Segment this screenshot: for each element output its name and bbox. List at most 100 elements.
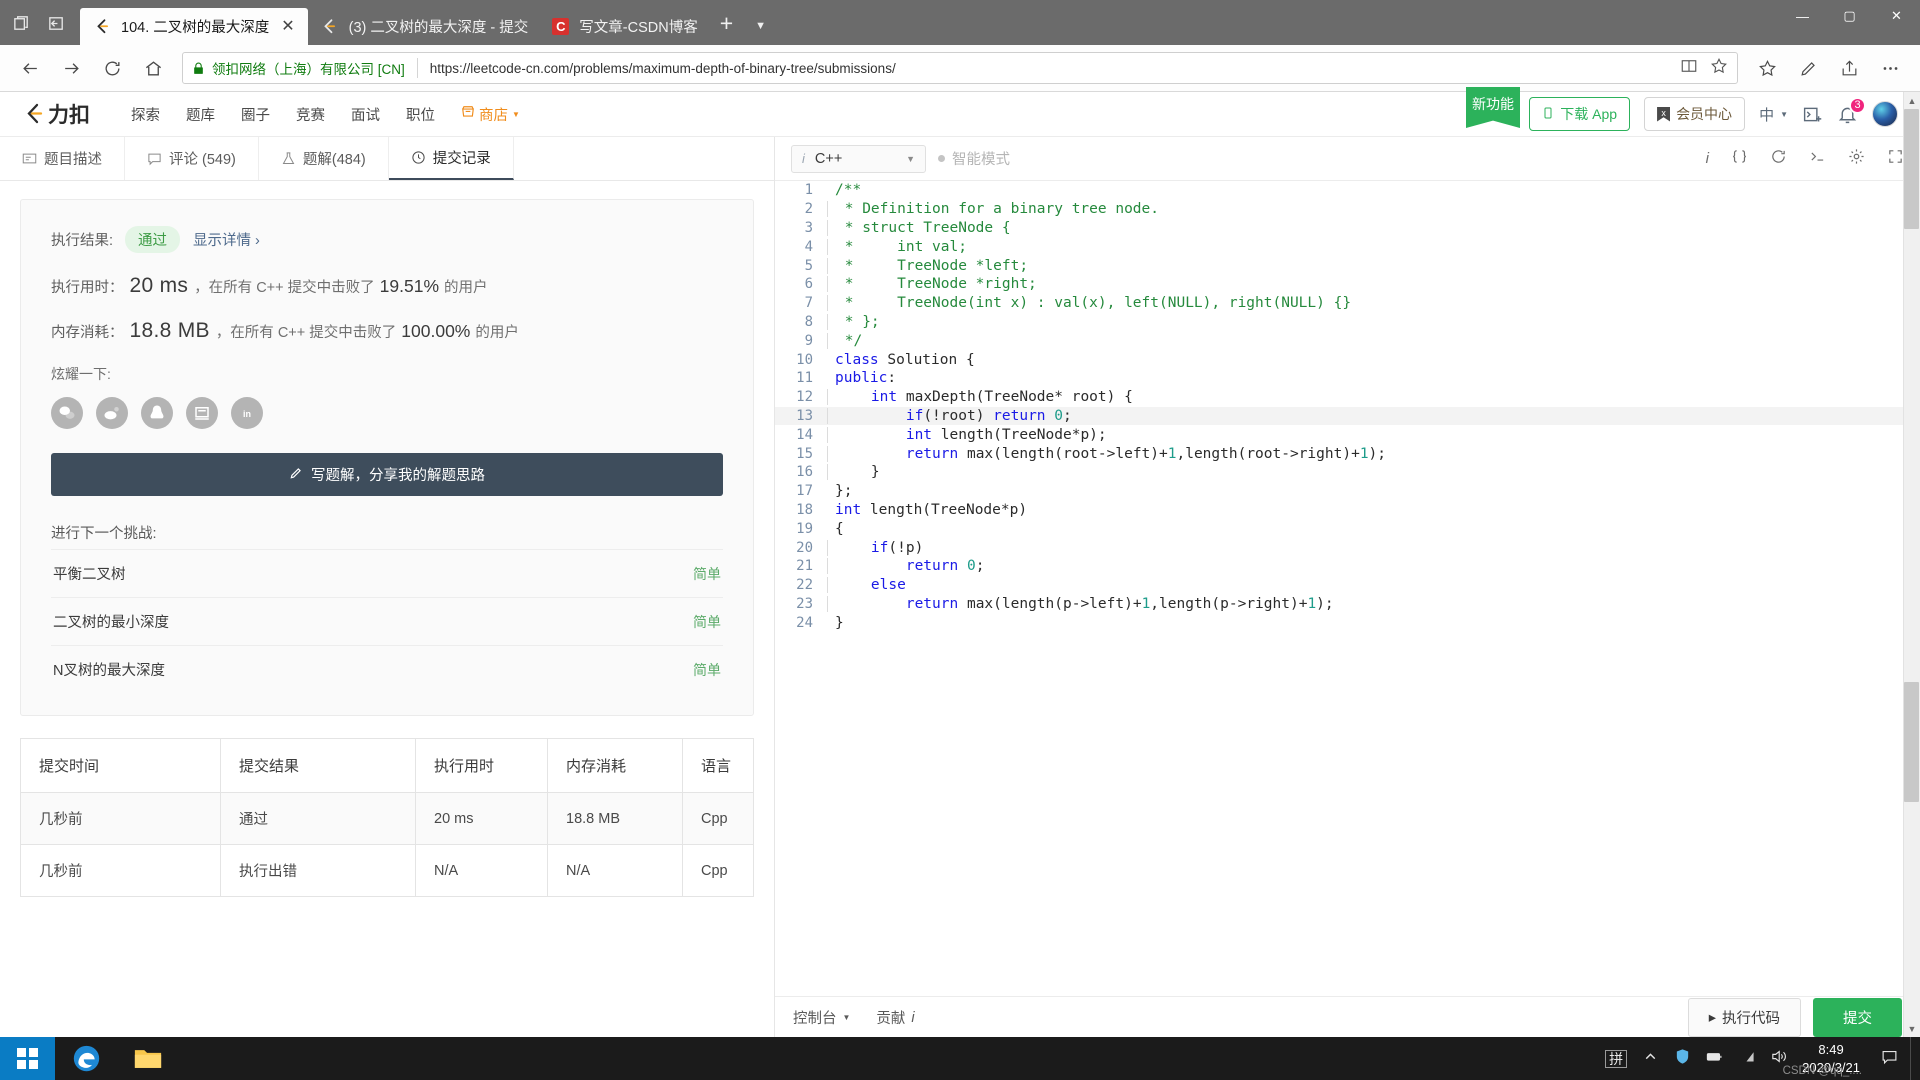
write-solution-button[interactable]: 写题解，分享我的解题思路 xyxy=(51,453,723,496)
download-app-button[interactable]: 下载 App xyxy=(1529,97,1630,131)
favorites-icon[interactable] xyxy=(1748,51,1786,85)
avatar[interactable] xyxy=(1872,101,1898,127)
scroll-up-icon[interactable]: ▲ xyxy=(1904,92,1920,109)
run-code-button[interactable]: ▸ 执行代码 xyxy=(1688,998,1801,1037)
minimize-button[interactable]: — xyxy=(1779,0,1826,32)
forward-icon[interactable] xyxy=(52,51,90,85)
submit-button[interactable]: 提交 xyxy=(1813,998,1902,1037)
notifications-bell-icon[interactable]: 3 xyxy=(1837,104,1858,125)
code-editor[interactable]: 1/**2 * Definition for a binary tree nod… xyxy=(775,181,1920,996)
code-line: 8 * }; xyxy=(775,313,1920,332)
line-number: 13 xyxy=(775,408,827,424)
nav-item-contest[interactable]: 竞赛 xyxy=(283,104,338,125)
settings-gear-icon[interactable] xyxy=(1848,148,1865,170)
ime-indicator[interactable]: 拼 xyxy=(1605,1050,1627,1068)
action-center-icon[interactable] xyxy=(1881,1048,1898,1070)
table-row[interactable]: 几秒前 通过 20 ms 18.8 MB Cpp xyxy=(21,793,754,845)
info-icon[interactable]: i xyxy=(1706,150,1709,167)
browser-tab-2[interactable]: C 写文章-CSDN博客 xyxy=(538,8,707,45)
scrollbar-thumb-secondary[interactable] xyxy=(1904,682,1919,802)
qq-icon[interactable] xyxy=(141,397,173,429)
code-line: 13 if(!root) return 0; xyxy=(775,407,1920,426)
douban-icon[interactable] xyxy=(186,397,218,429)
smart-mode-toggle[interactable]: 智能模式 xyxy=(938,148,1010,169)
challenge-name: N叉树的最大深度 xyxy=(53,659,165,680)
web-notes-icon[interactable] xyxy=(1789,51,1827,85)
nav-item-shop[interactable]: 商店 ▼ xyxy=(448,104,533,125)
page-scrollbar[interactable]: ▲ ▼ xyxy=(1903,92,1920,1037)
tab-solutions[interactable]: 题解(484) xyxy=(259,137,389,180)
challenge-row[interactable]: 平衡二叉树 简单 xyxy=(51,549,723,597)
cell-language: Cpp xyxy=(683,845,754,897)
taskbar-edge-button[interactable] xyxy=(55,1037,117,1080)
close-icon[interactable]: ✕ xyxy=(278,19,297,35)
network-icon[interactable] xyxy=(1738,1048,1755,1070)
show-desktop-button[interactable] xyxy=(1910,1037,1920,1080)
tab-submissions[interactable]: 提交记录 xyxy=(389,137,514,180)
nav-item-explore[interactable]: 探索 xyxy=(118,104,173,125)
code-text: { xyxy=(827,521,844,537)
url-text[interactable]: https://leetcode-cn.com/problems/maximum… xyxy=(430,61,1673,76)
show-hidden-icons-chevron-icon[interactable] xyxy=(1642,1048,1659,1070)
code-line: 6 * TreeNode *right; xyxy=(775,275,1920,294)
weibo-icon[interactable] xyxy=(96,397,128,429)
challenge-row[interactable]: N叉树的最大深度 简单 xyxy=(51,645,723,693)
language-select[interactable]: i C++ ▼ xyxy=(791,145,926,173)
table-header-row: 提交时间 提交结果 执行用时 内存消耗 语言 xyxy=(21,739,754,793)
challenge-row[interactable]: 二叉树的最小深度 简单 xyxy=(51,597,723,645)
nav-item-problems[interactable]: 题库 xyxy=(173,104,228,125)
show-detail-link[interactable]: 显示详情 › xyxy=(193,229,260,250)
security-shield-icon[interactable] xyxy=(1674,1048,1691,1070)
description-icon xyxy=(22,151,37,166)
home-icon[interactable] xyxy=(134,51,172,85)
contribute-button[interactable]: 贡献 i xyxy=(876,1007,914,1028)
console-label: 控制台 xyxy=(793,1007,837,1028)
nav-item-circle[interactable]: 圈子 xyxy=(228,104,283,125)
wechat-icon[interactable] xyxy=(51,397,83,429)
cell-result[interactable]: 通过 xyxy=(221,793,416,845)
pencil-icon xyxy=(289,466,303,484)
reading-view-icon[interactable] xyxy=(1680,57,1698,80)
member-center-button[interactable]: 会员中心 xyxy=(1644,97,1745,131)
language-selector[interactable]: 中 ▼ xyxy=(1759,104,1788,125)
nav-item-interview[interactable]: 面试 xyxy=(338,104,393,125)
solution-icon xyxy=(281,151,296,166)
favorite-star-icon[interactable] xyxy=(1710,57,1728,80)
window-close-button[interactable]: ✕ xyxy=(1873,0,1920,32)
scrollbar-thumb[interactable] xyxy=(1904,109,1919,229)
fullscreen-icon[interactable] xyxy=(1887,148,1904,170)
back-icon[interactable] xyxy=(11,51,49,85)
status-dot-icon xyxy=(938,155,945,162)
set-aside-tabs-icon[interactable] xyxy=(47,14,66,33)
address-bar[interactable]: 领扣网络（上海）有限公司 [CN] https://leetcode-cn.co… xyxy=(182,52,1738,84)
scroll-down-icon[interactable]: ▼ xyxy=(1904,1020,1920,1037)
console-button[interactable]: 控制台 ▼ xyxy=(793,1007,850,1028)
leetcode-logo[interactable]: 力扣 xyxy=(22,99,90,129)
tab-preview-icon[interactable] xyxy=(12,14,31,33)
tab-description[interactable]: 题目描述 xyxy=(0,137,125,180)
cell-result[interactable]: 执行出错 xyxy=(221,845,416,897)
result-label: 执行结果: xyxy=(51,229,113,250)
settings-more-icon[interactable] xyxy=(1871,51,1909,85)
start-button[interactable] xyxy=(0,1037,55,1080)
taskbar-explorer-button[interactable] xyxy=(117,1037,179,1080)
reload-icon[interactable] xyxy=(93,51,131,85)
new-tab-button[interactable]: + xyxy=(708,10,745,45)
terminal-add-icon[interactable] xyxy=(1802,104,1823,125)
line-number: 11 xyxy=(775,370,827,386)
share-icon[interactable] xyxy=(1830,51,1868,85)
browser-tab-0[interactable]: 104. 二叉树的最大深度 ✕ xyxy=(80,8,308,45)
tab-comments[interactable]: 评论 (549) xyxy=(125,137,259,180)
browser-tab-1[interactable]: (3) 二叉树的最大深度 - 提交 xyxy=(308,8,539,45)
nav-item-jobs[interactable]: 职位 xyxy=(393,104,448,125)
reset-code-icon[interactable] xyxy=(1770,148,1787,170)
write-solution-label: 写题解，分享我的解题思路 xyxy=(311,464,485,485)
console-toggle-icon[interactable] xyxy=(1809,148,1826,170)
battery-icon[interactable] xyxy=(1706,1048,1723,1070)
format-code-icon[interactable] xyxy=(1731,148,1748,170)
linkedin-icon[interactable]: in xyxy=(231,397,263,429)
code-line: 18int length(TreeNode*p) xyxy=(775,501,1920,520)
table-row[interactable]: 几秒前 执行出错 N/A N/A Cpp xyxy=(21,845,754,897)
maximize-button[interactable]: ▢ xyxy=(1826,0,1873,32)
tab-menu-chevron-icon[interactable]: ▼ xyxy=(745,20,776,45)
